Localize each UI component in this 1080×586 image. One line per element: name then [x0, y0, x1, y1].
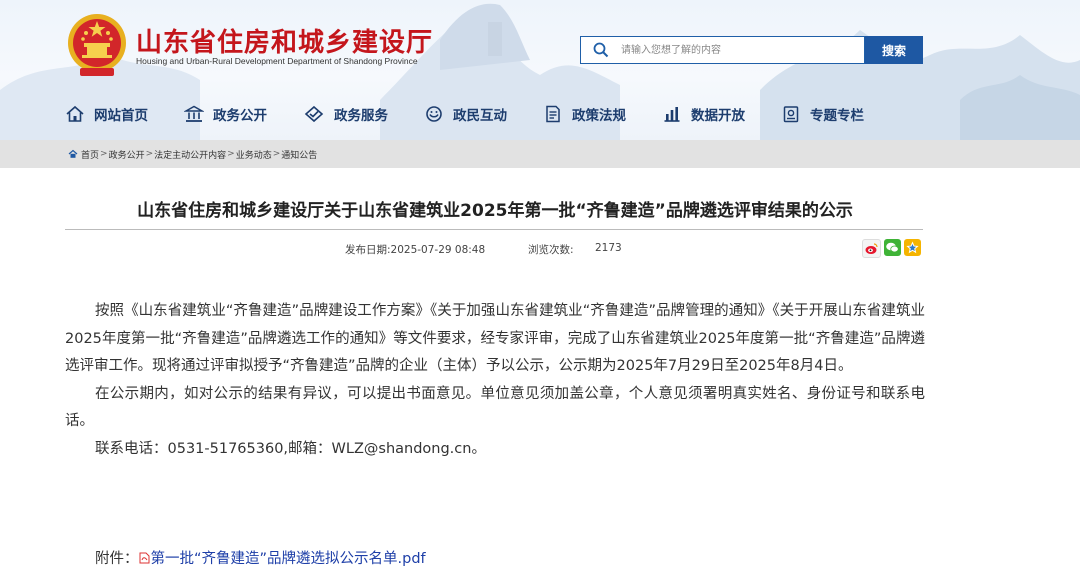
site-subtitle: Housing and Urban-Rural Development Depa… — [136, 56, 418, 66]
nav-item-label: 政务公开 — [213, 108, 267, 124]
nav-item-label: 网站首页 — [94, 108, 148, 124]
share-icons — [862, 239, 921, 258]
topic-icon — [783, 106, 799, 123]
attachment: 附件： 第一批“齐鲁建造”品牌遴选拟公示名单.pdf — [95, 547, 426, 568]
search-box — [580, 36, 865, 64]
breadcrumb-separator: > — [227, 149, 235, 159]
chart-icon — [664, 107, 680, 122]
breadcrumb-item[interactable]: 业务动态 — [236, 148, 272, 161]
publish-date: 发布日期:2025-07-29 08:48 — [345, 244, 486, 256]
handshake-icon — [304, 105, 324, 123]
body-paragraph: 在公示期内，如对公示的结果有异议，可以提出书面意见。单位意见须加盖公章，个人意见… — [65, 385, 925, 430]
wechat-icon[interactable] — [884, 239, 901, 256]
attachment-link[interactable]: 第一批“齐鲁建造”品牌遴选拟公示名单.pdf — [151, 547, 426, 568]
nav-item-label: 专题专栏 — [810, 108, 864, 124]
nav-item-label: 数据开放 — [691, 108, 745, 124]
breadcrumb-separator: > — [272, 149, 281, 159]
breadcrumb-item[interactable]: 法定主动公开内容 — [154, 148, 226, 161]
main-nav: 网站首页 政务公开 政务服务 政民互动 政策法规 数据开放 专题专栏 — [60, 100, 864, 128]
breadcrumb-item[interactable]: 通知公告 — [281, 148, 317, 161]
breadcrumb-separator: > — [145, 149, 154, 159]
breadcrumb: 首页 > 政务公开 > 法定主动公开内容 > 业务动态 > 通知公告 — [0, 140, 1080, 168]
document-icon — [546, 105, 560, 123]
body-paragraph: 按照《山东省建筑业“齐鲁建造”品牌建设工作方案》《关于加强山东省建筑业“齐鲁建造… — [65, 303, 925, 374]
nav-item-topics[interactable]: 专题专栏 — [781, 104, 864, 124]
views-count: 2173 — [595, 242, 622, 254]
nav-item-government-affairs[interactable]: 政务公开 — [184, 104, 267, 124]
search-icon — [593, 42, 609, 58]
search-button[interactable]: 搜索 — [865, 36, 923, 64]
article-title: 山东省住房和城乡建设厅关于山东省建筑业2025年第一批“齐鲁建造”品牌遴选评审结… — [137, 201, 853, 221]
national-emblem-icon — [68, 14, 126, 76]
article-body: 按照《山东省建筑业“齐鲁建造”品牌建设工作方案》《关于加强山东省建筑业“齐鲁建造… — [65, 298, 925, 463]
weibo-icon[interactable] — [862, 239, 881, 258]
views-label: 浏览次数: — [528, 244, 574, 256]
attachment-label: 附件： — [95, 551, 139, 567]
nav-item-services[interactable]: 政务服务 — [303, 104, 388, 124]
site-title: 山东省住房和城乡建设厅 — [136, 28, 434, 58]
breadcrumb-separator: > — [100, 149, 108, 159]
nav-item-open-data[interactable]: 数据开放 — [662, 104, 745, 124]
search-bar: 搜索 — [580, 36, 923, 64]
site-header: 山东省住房和城乡建设厅 Housing and Urban-Rural Deve… — [0, 0, 1080, 140]
nav-item-label: 政民互动 — [453, 108, 507, 124]
interaction-icon — [426, 106, 442, 122]
nav-item-label: 政务服务 — [334, 108, 388, 124]
search-input[interactable] — [619, 43, 853, 57]
nav-item-policies[interactable]: 政策法规 — [543, 104, 626, 124]
home-icon — [66, 105, 84, 122]
body-paragraph: 联系电话：0531-51765360,邮箱：WLZ@shandong.cn。 — [95, 440, 486, 457]
title-divider — [65, 229, 923, 230]
building-icon — [184, 105, 204, 122]
nav-item-label: 政策法规 — [572, 108, 626, 124]
breadcrumb-item[interactable]: 首页 — [81, 148, 99, 161]
breadcrumb-item[interactable]: 政务公开 — [109, 148, 145, 161]
nav-item-home[interactable]: 网站首页 — [65, 104, 148, 124]
home-icon — [68, 149, 78, 158]
pdf-icon — [139, 552, 149, 563]
nav-item-interaction[interactable]: 政民互动 — [424, 104, 507, 124]
favorite-icon[interactable] — [904, 239, 921, 256]
